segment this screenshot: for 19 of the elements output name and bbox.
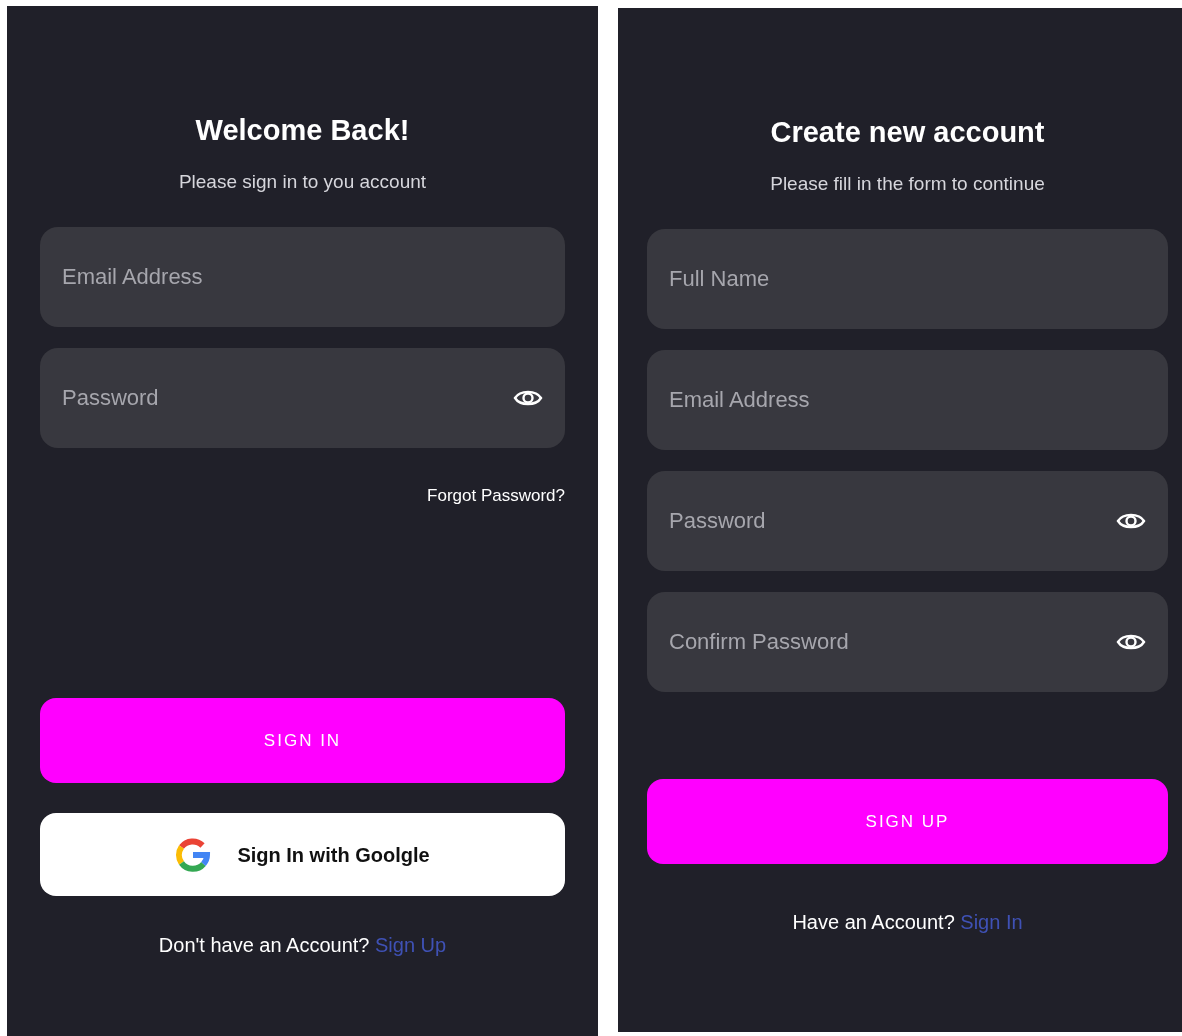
primary-button[interactable]: SIGN IN <box>40 698 565 783</box>
screen-subtitle: Please sign in to you account <box>177 170 428 194</box>
password-field[interactable]: Password <box>647 471 1168 571</box>
google-sign-in-button[interactable]: Sign In with Goolgle <box>40 813 565 896</box>
sign-link[interactable]: Sign Up <box>375 934 447 956</box>
sign-link[interactable]: Sign In <box>960 911 1023 933</box>
input-field[interactable]: Full Name <box>647 229 1168 329</box>
screen-title: Create new account <box>769 115 1046 150</box>
account-prompt: Have an Account? Sign In <box>791 910 1024 935</box>
screen-title: Welcome Back! <box>194 113 411 148</box>
screen-subtitle: Please fill in the form to continue <box>769 172 1046 196</box>
input-field[interactable]: Email Address <box>647 350 1168 450</box>
primary-button[interactable]: SIGN UP <box>647 779 1168 864</box>
password-field[interactable]: Confirm Password <box>647 592 1168 692</box>
account-prompt: Don't have an Account? Sign Up <box>157 933 448 958</box>
input-field[interactable]: Email Address <box>40 227 565 327</box>
password-field[interactable]: Password <box>40 348 565 448</box>
google-logo-icon <box>175 836 212 873</box>
forgot-password-link[interactable]: Forgot Password? <box>427 485 565 507</box>
